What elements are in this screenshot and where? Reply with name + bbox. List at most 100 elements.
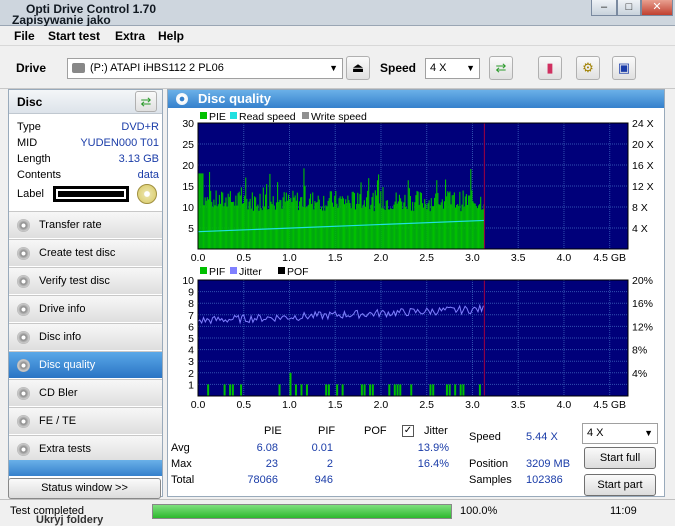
pif-bar (231, 384, 234, 396)
menu-start-test[interactable]: Start test (48, 29, 100, 43)
menu-extra[interactable]: Extra (115, 29, 145, 43)
pie-bar (293, 197, 295, 249)
pie-bar (262, 187, 264, 249)
nav-fe-te[interactable]: FE / TE (9, 407, 162, 434)
disc-icon (17, 303, 30, 316)
pie-bar (469, 195, 471, 249)
jitter-checkbox[interactable]: ✓ (402, 425, 414, 437)
refresh-speed-button[interactable]: ⇄ (489, 56, 513, 80)
pie-bar (481, 209, 483, 249)
pie-bar (460, 211, 462, 249)
pif-bar (300, 384, 303, 396)
pie-bar (456, 204, 458, 249)
refresh-disc-button[interactable]: ⇄ (135, 91, 157, 112)
maximize-button[interactable]: □ (617, 0, 641, 16)
pie-bar (211, 201, 213, 249)
pie-bar (466, 204, 469, 249)
pie-bar (215, 190, 217, 249)
pie-bar (435, 193, 437, 249)
pie-bar (212, 207, 214, 249)
pif-bar (325, 384, 328, 396)
pie-bar (245, 177, 247, 249)
nav-transfer-rate[interactable]: Transfer rate (9, 211, 162, 238)
pie-bar (338, 198, 340, 249)
background-window-title: Zapisywanie jako (12, 13, 111, 27)
disc-info-label: Contents (17, 169, 62, 181)
x-tick-label: 2.0 (374, 252, 389, 264)
y2-tick-label: 4% (632, 368, 647, 380)
legend-swatch (200, 267, 207, 274)
nav-disc-quality[interactable]: Disc quality (9, 351, 162, 378)
pie-bar (398, 194, 401, 249)
pif-bar (341, 384, 344, 396)
pie-bar (206, 197, 208, 249)
speed-select[interactable]: 4 X ▼ (425, 58, 480, 79)
close-button[interactable]: ✕ (641, 0, 673, 16)
menu-help[interactable]: Help (158, 29, 184, 43)
pie-bar (335, 190, 337, 249)
pie-bar (331, 202, 334, 249)
pie-bar (226, 206, 228, 249)
erase-button[interactable]: ▮ (538, 56, 562, 80)
y-tick-label: 15 (182, 181, 194, 193)
disc-label-button[interactable] (137, 184, 157, 204)
nav-verify-test-disc[interactable]: Verify test disc (9, 267, 162, 294)
pie-bar (234, 205, 236, 249)
pie-bar (297, 210, 300, 249)
nav-cd-bler[interactable]: CD Bler (9, 379, 162, 406)
pie-bar (279, 199, 281, 249)
status-window-button[interactable]: Status window >> (8, 478, 161, 499)
y2-tick-label: 24 X (632, 118, 654, 130)
y2-tick-label: 8% (632, 345, 647, 357)
x-tick-label: 3.0 (465, 252, 480, 264)
pie-bar (448, 192, 450, 249)
x-tick-label: 2.5 (419, 252, 434, 264)
menu-file[interactable]: File (14, 29, 35, 43)
x-tick-label: 2.5 (419, 399, 434, 411)
settings-button[interactable]: ⚙ (576, 56, 600, 80)
pie-bar (270, 201, 272, 249)
save-button[interactable]: ▣ (612, 56, 636, 80)
pie-bar (368, 178, 370, 249)
test-speed-select[interactable]: 4 X ▼ (582, 423, 658, 444)
pie-bar (371, 197, 373, 249)
pie-bar (300, 197, 302, 249)
start-full-button[interactable]: Start full (584, 447, 656, 469)
pie-bar (208, 172, 211, 249)
y-tick-label: 1 (188, 379, 194, 391)
legend-swatch (200, 112, 207, 119)
nav-drive-info[interactable]: Drive info (9, 295, 162, 322)
pie-bar (375, 195, 377, 249)
pie-bar (351, 191, 353, 249)
stats-header-pif: PIF (318, 425, 336, 437)
legend-label: PIF (209, 266, 225, 278)
nav-label: Drive info (39, 303, 86, 315)
pie-bar (463, 206, 465, 249)
minimize-button[interactable]: – (591, 0, 617, 16)
pie-bar (457, 204, 459, 249)
eject-button[interactable]: ⏏ (346, 56, 370, 80)
pie-bar (341, 196, 343, 249)
nav-disc-info[interactable]: Disc info (9, 323, 162, 350)
x-tick-label: 2.0 (374, 399, 389, 411)
nav-create-test-disc[interactable]: Create test disc (9, 239, 162, 266)
speed-label: Speed (380, 61, 417, 75)
drive-select[interactable]: (P:) ATAPI iHBS112 2 PL06 ▼ (67, 58, 343, 79)
stats-header-pie: PIE (264, 425, 282, 437)
pie-bar (291, 201, 293, 249)
x-tick-label: 4.0 (557, 252, 572, 264)
y-tick-label: 20 (182, 160, 194, 172)
pie-bar (345, 199, 347, 249)
stats-avg-jitter: 13.9% (417, 442, 449, 454)
pie-bar (419, 192, 421, 249)
start-part-button[interactable]: Start part (584, 474, 656, 496)
nav-extra-tests[interactable]: Extra tests (9, 435, 162, 462)
status-time: 11:09 (610, 505, 637, 517)
pie-bar (410, 210, 413, 249)
nav-label: Verify test disc (39, 275, 110, 287)
pie-bar (439, 205, 441, 249)
pie-bar (305, 207, 307, 249)
disc-label-redacted (53, 186, 129, 202)
legend-swatch (230, 267, 237, 274)
pie-bar (221, 191, 223, 249)
